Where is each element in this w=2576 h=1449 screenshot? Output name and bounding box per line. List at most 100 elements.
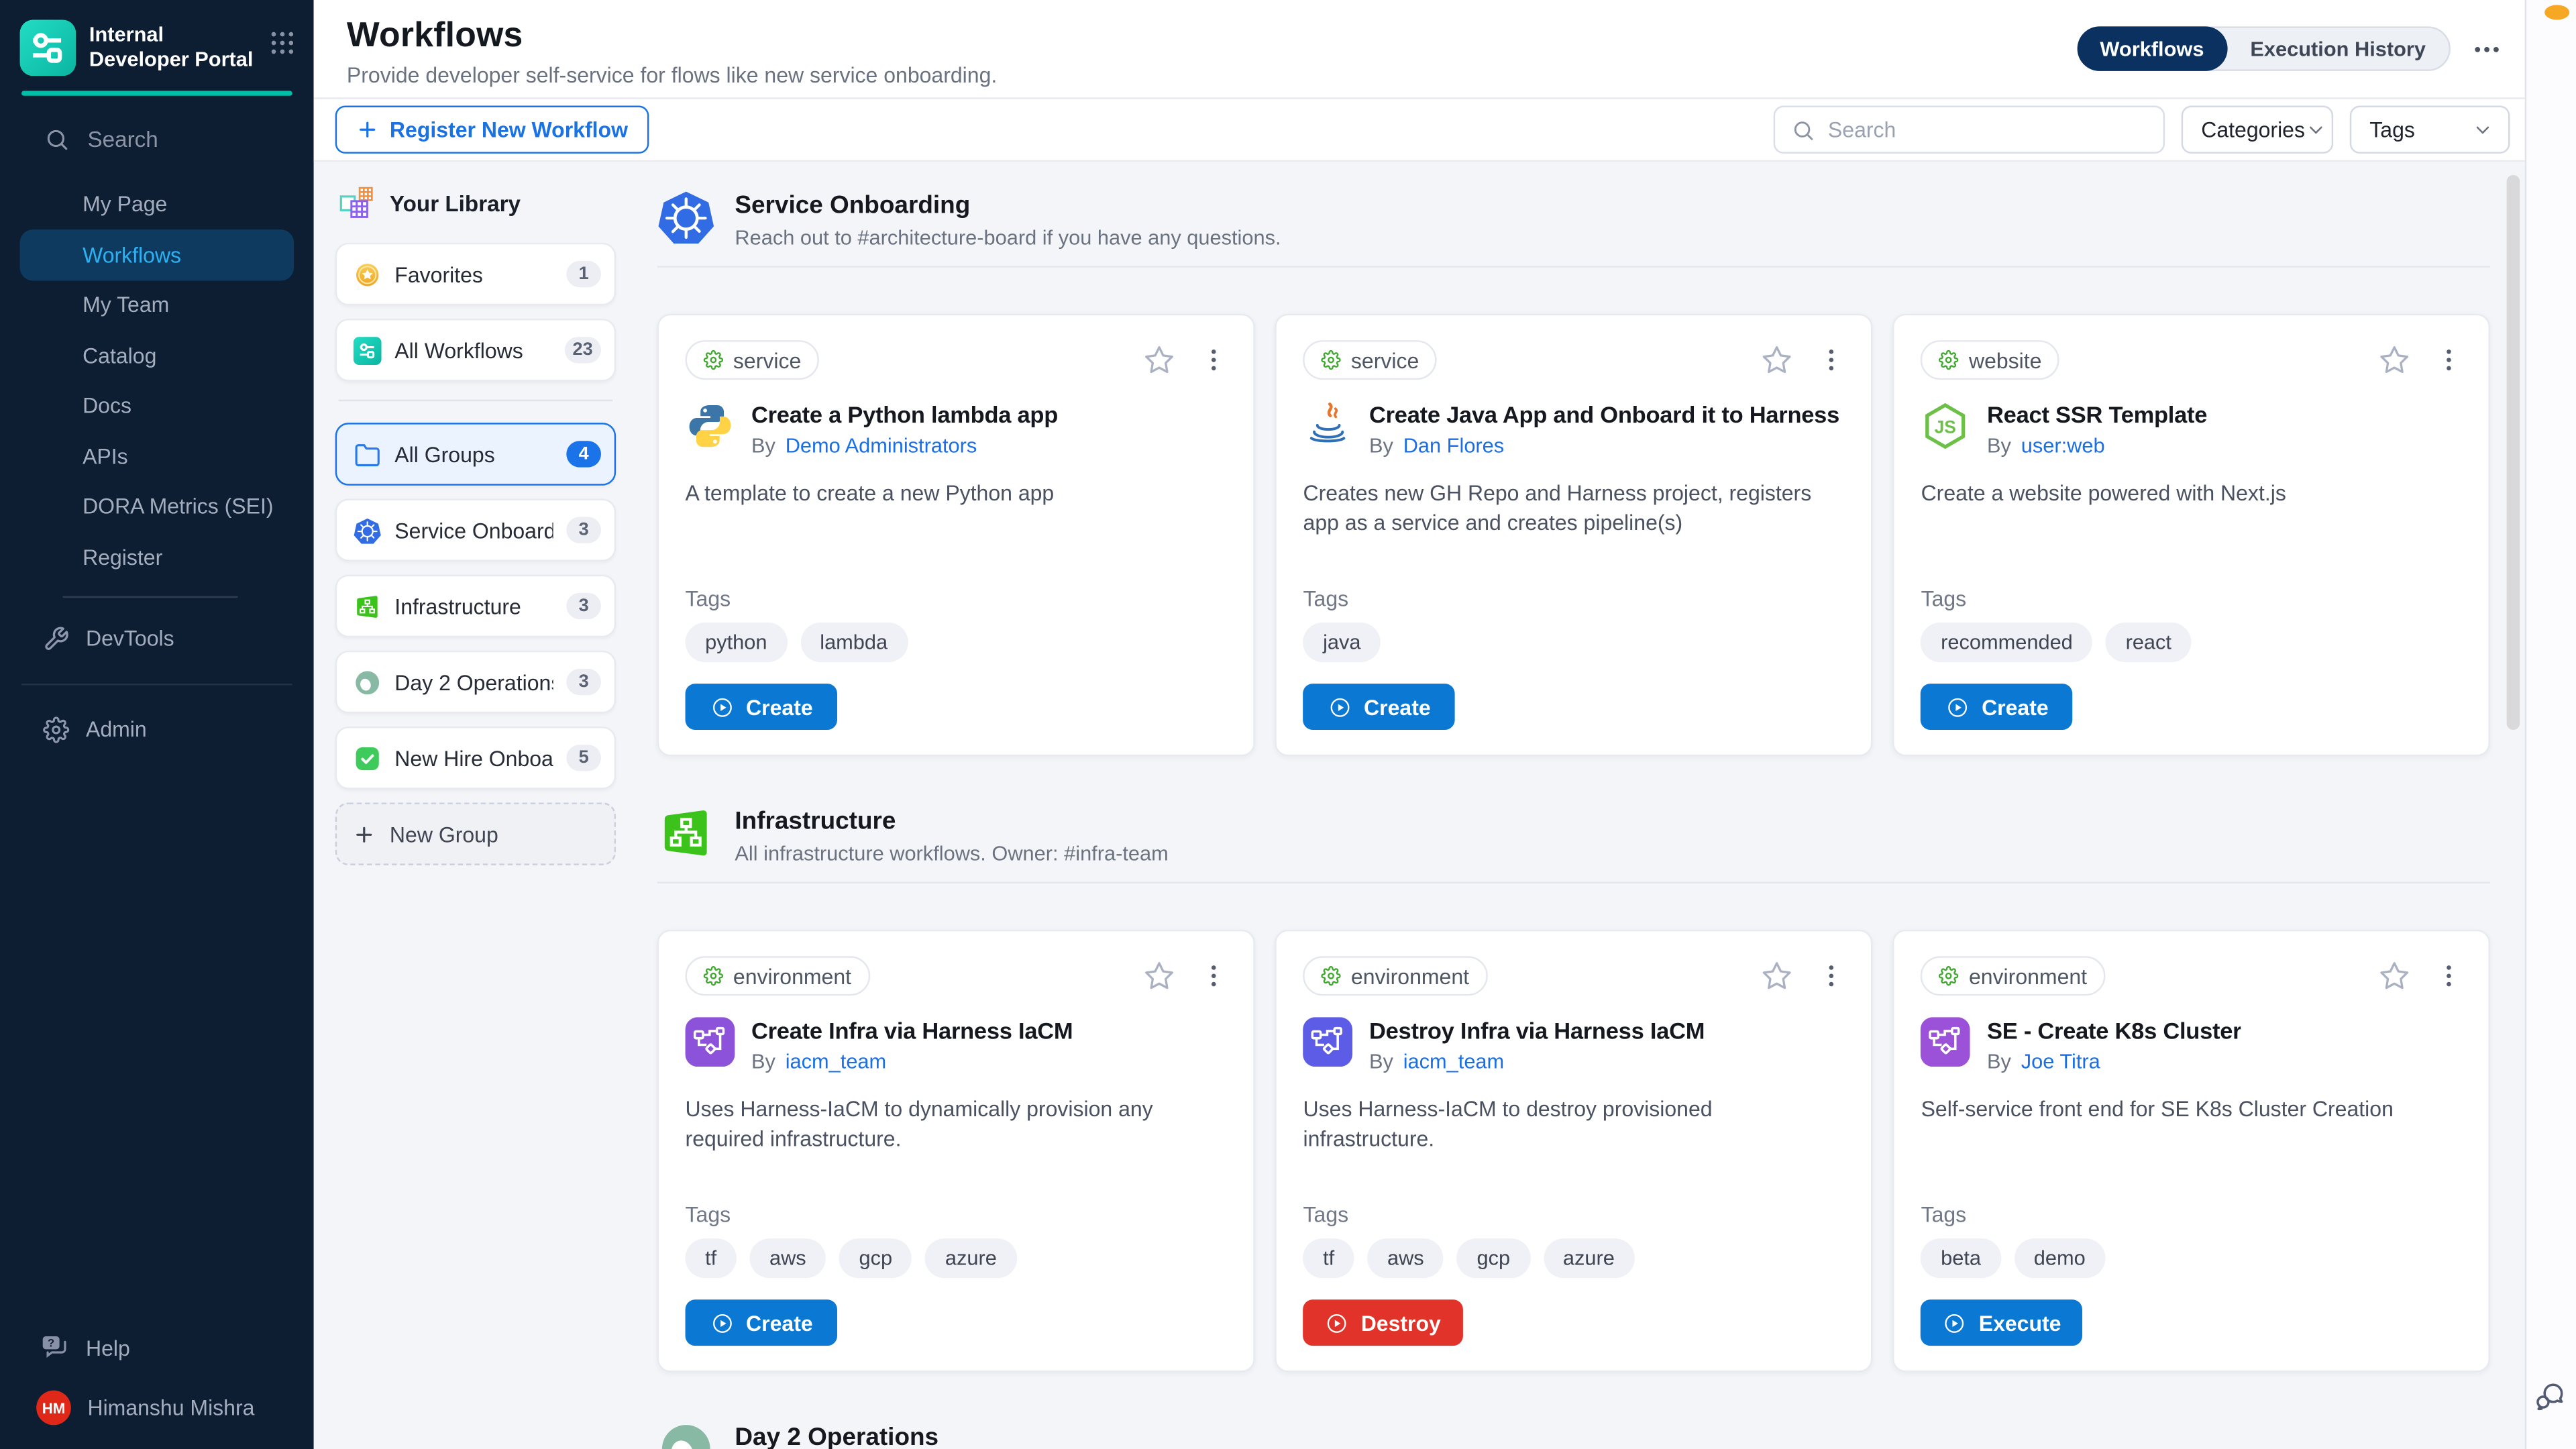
card-actions bbox=[1760, 959, 1845, 992]
wrench-icon bbox=[43, 625, 69, 651]
tag-pill: demo bbox=[2014, 1238, 2105, 1278]
app-title: Internal Developer Portal bbox=[89, 20, 254, 73]
author-link[interactable]: user:web bbox=[2021, 434, 2105, 457]
tags-label: Tags bbox=[1303, 586, 1845, 611]
register-new-workflow-button[interactable]: Register New Workflow bbox=[335, 106, 649, 154]
library-group-service-onboarding[interactable]: Service Onboarding 3 bbox=[335, 498, 616, 561]
favorite-star-icon[interactable] bbox=[1142, 959, 1175, 992]
tag-pill: gcp bbox=[1457, 1238, 1530, 1278]
more-options-icon[interactable] bbox=[2472, 34, 2502, 63]
register-label: Register New Workflow bbox=[390, 117, 628, 142]
type-badge-label: environment bbox=[1969, 963, 2087, 988]
workflow-card-create-java-app-and-onboard-it-to-harness: service Create Java App and Onboard it t… bbox=[1275, 314, 1872, 757]
create-button[interactable]: Create bbox=[686, 684, 837, 730]
play-icon bbox=[710, 1310, 735, 1335]
create-button[interactable]: Create bbox=[1921, 684, 2073, 730]
section-title: Infrastructure bbox=[735, 808, 1168, 836]
execute-button[interactable]: Execute bbox=[1921, 1299, 2083, 1346]
favorite-star-icon[interactable] bbox=[1142, 343, 1175, 376]
sidebar-item-label: Catalog bbox=[83, 343, 156, 368]
kebab-menu-icon[interactable] bbox=[1200, 963, 1226, 989]
tag-pill: python bbox=[686, 623, 787, 662]
type-badge-label: website bbox=[1969, 347, 2042, 372]
count-badge: 3 bbox=[566, 593, 601, 619]
sidebar-item-catalog[interactable]: Catalog bbox=[0, 330, 314, 380]
workflow-byline: By user:web bbox=[1987, 434, 2207, 457]
sidebar-nav: My Page Workflows My Team Catalog Docs A… bbox=[0, 179, 314, 582]
card-badge-row: environment bbox=[686, 956, 1227, 996]
library-groups-list: Favorites 1 All Workflows 23 All Groups … bbox=[335, 243, 616, 790]
sidebar-item-devtools[interactable]: DevTools bbox=[0, 610, 314, 667]
library-group-favorites[interactable]: Favorites 1 bbox=[335, 243, 616, 306]
notification-dot bbox=[2544, 5, 2569, 19]
section-title: Day 2 Operations bbox=[735, 1424, 938, 1449]
sidebar-item-help[interactable]: ? Help bbox=[0, 1318, 314, 1377]
library-group-new-hire-onboarding[interactable]: New Hire Onboarding 5 bbox=[335, 727, 616, 790]
new-group-button[interactable]: New Group bbox=[335, 802, 616, 865]
library-group-day-2-operations[interactable]: Day 2 Operations 3 bbox=[335, 651, 616, 714]
workflow-cards-grid: service Create a Python lambda app By De… bbox=[657, 314, 2490, 757]
tab-execution-history[interactable]: Execution History bbox=[2227, 26, 2449, 70]
kebab-menu-icon[interactable] bbox=[2436, 963, 2462, 989]
sidebar-item-my-page[interactable]: My Page bbox=[0, 179, 314, 229]
sidebar-item-dora-metrics-sei[interactable]: DORA Metrics (SEI) bbox=[0, 482, 314, 532]
library-group-all-groups[interactable]: All Groups 4 bbox=[335, 423, 616, 486]
kebab-menu-icon[interactable] bbox=[1818, 347, 1844, 373]
kubernetes-icon bbox=[354, 516, 382, 544]
author-link[interactable]: iacm_team bbox=[1403, 1051, 1505, 1073]
destroy-button[interactable]: Destroy bbox=[1303, 1299, 1462, 1346]
workflow-title: React SSR Template bbox=[1987, 401, 2207, 427]
sidebar-item-my-team[interactable]: My Team bbox=[0, 280, 314, 330]
count-badge: 1 bbox=[566, 261, 601, 287]
search-input[interactable] bbox=[1828, 117, 2147, 142]
kebab-menu-icon[interactable] bbox=[2436, 347, 2462, 373]
author-link[interactable]: Joe Titra bbox=[2021, 1051, 2100, 1073]
favorite-star-icon[interactable] bbox=[2378, 959, 2411, 992]
workflow-card-destroy-infra-via-harness-iacm: environment Destroy Infra via Harness Ia… bbox=[1275, 930, 1872, 1373]
library-group-all-workflows[interactable]: All Workflows 23 bbox=[335, 319, 616, 382]
tags-dropdown[interactable]: Tags bbox=[2350, 106, 2510, 154]
kebab-menu-icon[interactable] bbox=[1200, 347, 1226, 373]
create-button[interactable]: Create bbox=[1303, 684, 1455, 730]
tab-workflows[interactable]: Workflows bbox=[2077, 26, 2227, 70]
sidebar-item-register[interactable]: Register bbox=[0, 532, 314, 582]
tag-row: recommendedreact bbox=[1921, 623, 2463, 662]
tag-row: tfawsgcpazure bbox=[686, 1238, 1227, 1278]
sidebar-item-admin[interactable]: Admin bbox=[0, 701, 314, 757]
type-badge-label: environment bbox=[733, 963, 851, 988]
section-service-onboarding: Service Onboarding Reach out to #archite… bbox=[657, 189, 2490, 757]
view-switcher: Workflows Execution History bbox=[2077, 26, 2451, 70]
tags-label: Tags bbox=[1303, 1202, 1845, 1227]
apps-grid-icon[interactable] bbox=[268, 28, 297, 58]
search-icon bbox=[44, 126, 69, 151]
sidebar-search-label: Search bbox=[87, 126, 158, 151]
kebab-menu-icon[interactable] bbox=[1818, 963, 1844, 989]
card-badge-row: website bbox=[1921, 340, 2463, 380]
favorite-star-icon[interactable] bbox=[2378, 343, 2411, 376]
user-menu[interactable]: HM Himanshu Mishra bbox=[0, 1377, 314, 1449]
section-subtitle: Reach out to #architecture-board if you … bbox=[735, 226, 1281, 249]
author-link[interactable]: Dan Flores bbox=[1403, 434, 1505, 457]
sidebar-item-workflows[interactable]: Workflows bbox=[20, 229, 294, 280]
tags-label: Tags bbox=[1921, 586, 2463, 611]
scrollbar[interactable] bbox=[2507, 175, 2520, 730]
chat-bubbles-icon[interactable] bbox=[2533, 1381, 2566, 1413]
library-group-infrastructure[interactable]: Infrastructure 3 bbox=[335, 575, 616, 638]
sidebar-search[interactable]: Search bbox=[0, 95, 314, 164]
sidebar-item-docs[interactable]: Docs bbox=[0, 380, 314, 431]
avatar: HM bbox=[36, 1391, 71, 1426]
app-window: Internal Developer Portal Search My Page… bbox=[0, 0, 2576, 1449]
author-link[interactable]: iacm_team bbox=[786, 1051, 887, 1073]
tag-pill: recommended bbox=[1921, 623, 2093, 662]
help-bubble-icon: ? bbox=[40, 1332, 69, 1362]
sidebar-item-apis[interactable]: APIs bbox=[0, 431, 314, 481]
favorite-star-icon[interactable] bbox=[1760, 959, 1793, 992]
categories-dropdown[interactable]: Categories bbox=[2182, 106, 2333, 154]
favorite-star-icon[interactable] bbox=[1760, 343, 1793, 376]
create-button[interactable]: Create bbox=[686, 1299, 837, 1346]
workflow-description: Uses Harness-IaCM to destroy provisioned… bbox=[1303, 1095, 1845, 1152]
sidebar-item-label: My Team bbox=[83, 292, 169, 317]
author-link[interactable]: Demo Administrators bbox=[786, 434, 977, 457]
section-day-2-operations: Day 2 Operations bbox=[657, 1420, 2490, 1449]
tags-label: Tags bbox=[1921, 1202, 2463, 1227]
